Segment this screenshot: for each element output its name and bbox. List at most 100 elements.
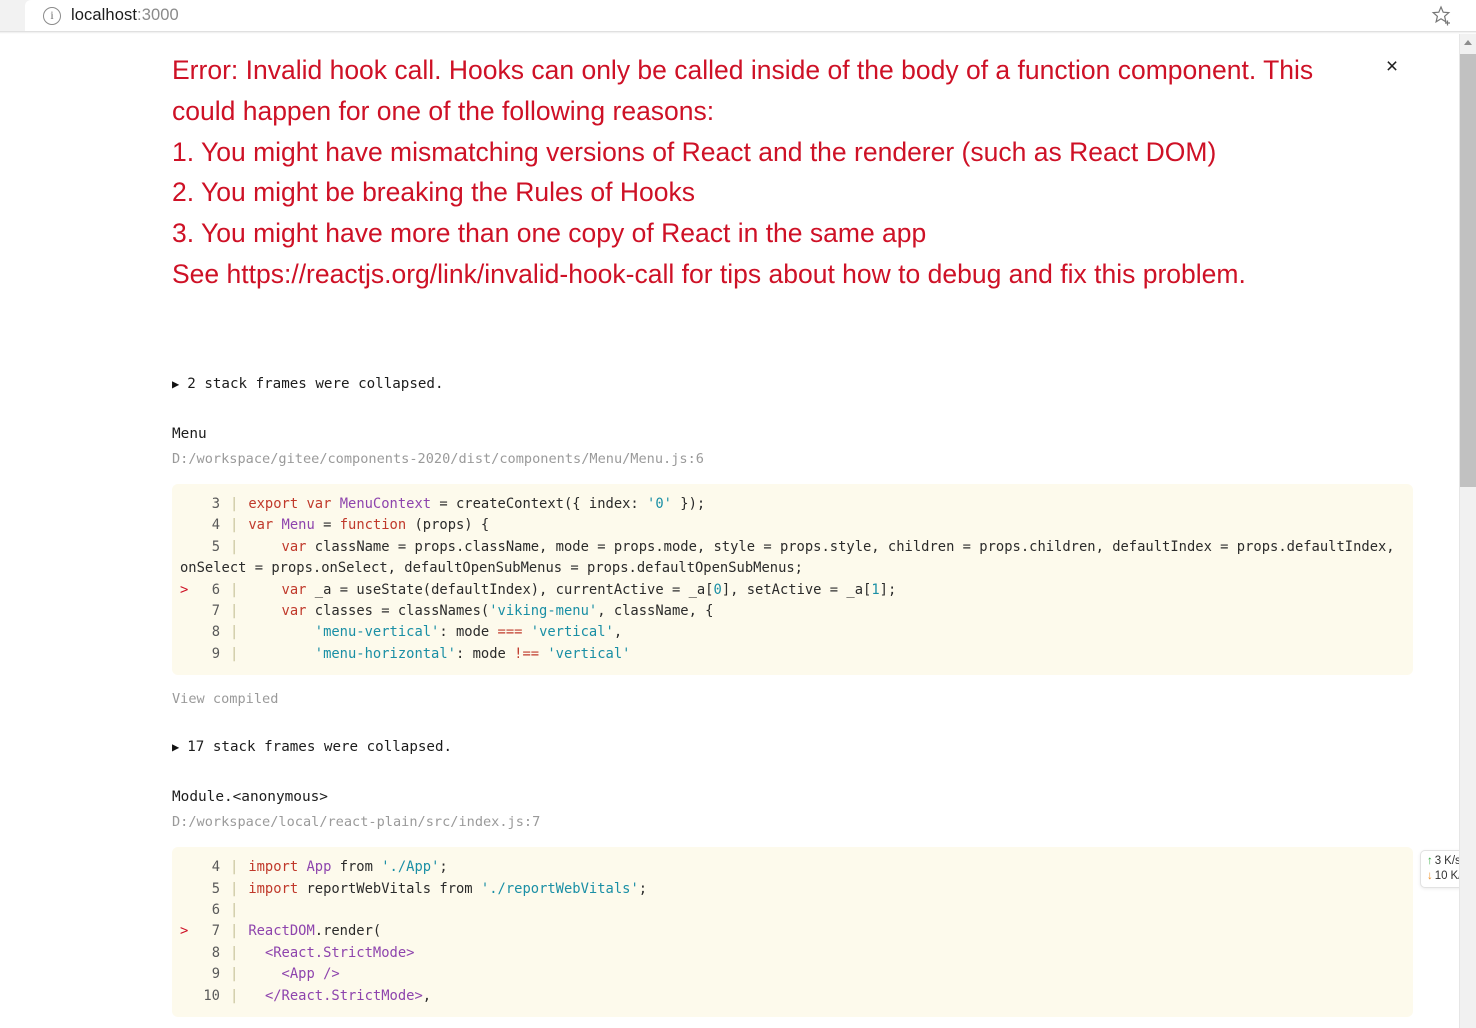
code-token: </React.StrictMode> [264, 987, 423, 1004]
code-line: 8 | 'menu-vertical': mode === 'vertical', [178, 622, 1407, 643]
code-token: = createContext({ index: [431, 496, 648, 512]
code-token: 1 [871, 581, 880, 598]
frame-title-1[interactable]: Menu [172, 424, 1417, 445]
code-token: className = props.className, mode = prop… [180, 538, 1403, 577]
url-text: localhost:3000 [71, 6, 179, 25]
code-token: , [613, 624, 623, 641]
browser-toolbar: i localhost:3000 [0, 0, 1476, 34]
code-token: 'vertical' [530, 624, 614, 641]
code-line: 9 | <App /> [178, 964, 1407, 985]
code-token: '0' [647, 496, 672, 512]
frame-path-2[interactable]: D:/workspace/local/react-plain/src/index… [172, 812, 1417, 832]
code-gutter-bar: | [230, 538, 239, 555]
code-gutter-bar: | [230, 603, 239, 620]
scrollbar-thumb[interactable] [1460, 54, 1476, 487]
url-port: :3000 [137, 6, 179, 24]
code-line: >6 | var _a = useState(defaultIndex), cur… [178, 580, 1407, 601]
collapsed-frames-label-2: 17 stack frames were collapsed. [187, 739, 453, 756]
code-token: _a = useState(defaultIndex), currentActi… [314, 581, 714, 598]
code-token: function [339, 517, 415, 534]
code-token: === [497, 624, 523, 641]
code-token: <App /> [281, 966, 340, 983]
code-gutter-bar: | [230, 987, 239, 1004]
code-token: (props) { [414, 517, 490, 534]
code-token: var [248, 517, 282, 534]
code-line-number: 5 [211, 538, 220, 555]
network-download-value: 10 [1434, 870, 1448, 882]
code-gutter-bar: | [230, 902, 239, 919]
chevron-right-icon: ▶ [172, 377, 180, 391]
code-line-number: 4 [211, 859, 220, 876]
site-info-icon[interactable]: i [43, 6, 61, 25]
code-gutter-bar: | [230, 966, 239, 983]
code-line: >7 | ReactDOM.render( [178, 921, 1407, 942]
frame-title-2[interactable]: Module.<anonymous> [172, 787, 1417, 808]
code-token: './reportWebVitals' [480, 880, 639, 897]
close-overlay-button[interactable]: × [1379, 54, 1405, 80]
code-token: : mode [439, 624, 498, 641]
code-gutter-bar: | [230, 624, 239, 641]
code-line-number: 6 [211, 902, 220, 919]
code-line: 3 | export var MenuContext = createContext… [178, 494, 1407, 515]
code-token: }); [671, 496, 706, 512]
code-token: var [281, 603, 315, 620]
code-line-number: 10 [203, 987, 220, 1004]
code-gutter-bar: | [230, 880, 239, 897]
arrow-up-icon: ↑ [1427, 855, 1433, 867]
code-token: import [248, 880, 307, 897]
code-token: = [314, 517, 340, 534]
code-line: 6 | [178, 900, 1407, 921]
code-line: 4 | import App from './App'; [178, 857, 1407, 878]
page-viewport: × Error: Invalid hook call. Hooks can on… [0, 34, 1476, 1028]
collapsed-frames-toggle-1[interactable]: ▶ 2 stack frames were collapsed. [172, 374, 1417, 394]
code-line: 8 | <React.StrictMode> [178, 943, 1407, 964]
code-line-number: 7 [211, 603, 220, 620]
code-token: MenuContext [339, 496, 432, 512]
code-gutter-bar: | [230, 581, 239, 598]
code-gutter-bar: | [230, 496, 239, 512]
code-token: import [248, 859, 307, 876]
code-token: ReactDOM [248, 923, 315, 940]
view-compiled-link-1[interactable]: View compiled [172, 689, 278, 709]
code-token: ]; [879, 581, 897, 598]
code-token: reportWebVitals [306, 880, 432, 897]
code-token: Menu [281, 517, 315, 534]
code-line-number: 8 [211, 944, 220, 961]
star-add-icon[interactable] [1430, 4, 1454, 28]
code-token: ], setActive = _a[ [721, 581, 872, 598]
code-token: 0 [713, 581, 722, 598]
code-token: : mode [455, 645, 515, 662]
code-line-number: 8 [211, 624, 220, 641]
code-line-number: 6 [211, 581, 220, 598]
code-line-number: 7 [211, 923, 220, 940]
code-line: 5 | var className = props.className, mode… [178, 537, 1407, 580]
frame-path-1[interactable]: D:/workspace/gitee/components-2020/dist/… [172, 449, 1417, 469]
error-line-marker: > [180, 581, 189, 598]
code-line-number: 4 [211, 517, 220, 534]
code-token: !== [514, 645, 540, 662]
code-token: 'menu-horizontal' [314, 645, 456, 662]
collapsed-frames-toggle-2[interactable]: ▶ 17 stack frames were collapsed. [172, 737, 1417, 757]
code-token: from [331, 859, 382, 876]
code-token: .render( [314, 923, 382, 940]
code-line: 7 | var classes = classNames('viking-menu… [178, 601, 1407, 622]
code-token: var [281, 538, 315, 555]
scroll-up-button[interactable] [1460, 34, 1476, 51]
arrow-down-icon: ↓ [1427, 870, 1433, 882]
code-token: <React.StrictMode> [264, 944, 415, 961]
address-bar[interactable]: i localhost:3000 [25, 0, 1476, 31]
page-scrollbar[interactable] [1459, 34, 1476, 1028]
error-message: Error: Invalid hook call. Hooks can only… [172, 55, 1314, 289]
code-line-number: 9 [211, 966, 220, 983]
code-block-1: 3 | export var MenuContext = createContext… [172, 484, 1413, 676]
url-host: localhost [71, 6, 138, 24]
code-line: 10 | </React.StrictMode>, [178, 986, 1407, 1007]
code-token: ; [439, 859, 448, 876]
